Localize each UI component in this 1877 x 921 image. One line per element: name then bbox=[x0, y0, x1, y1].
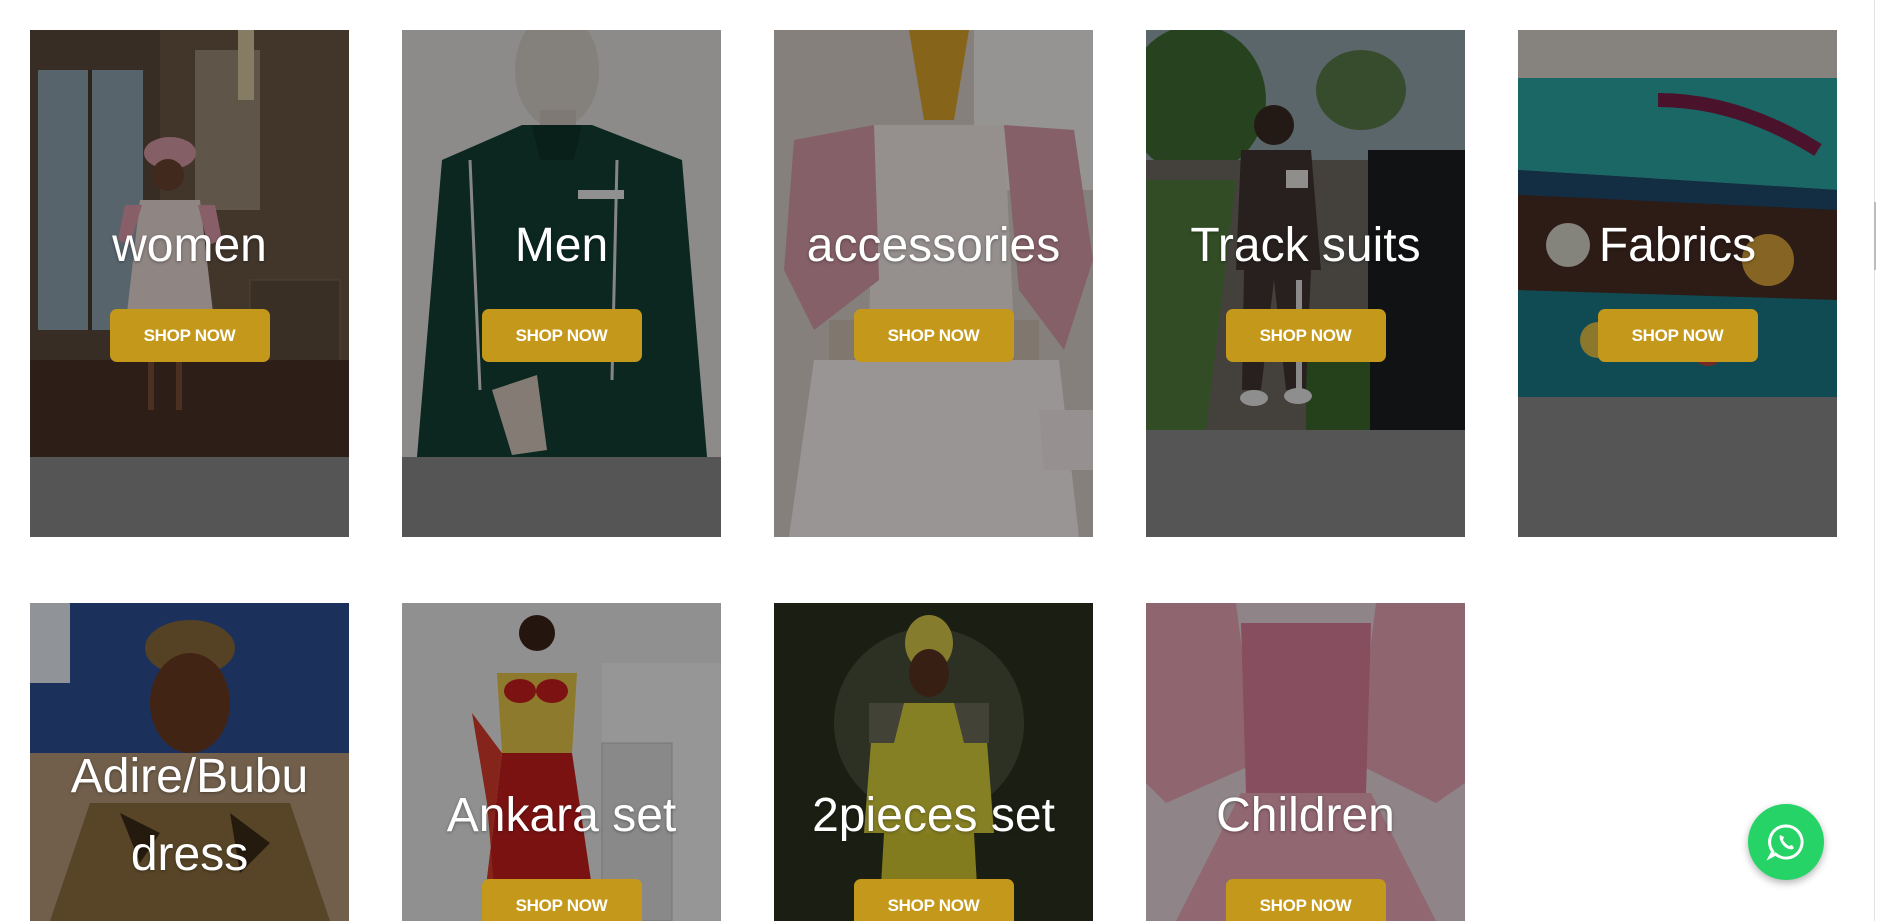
category-title: 2pieces set bbox=[812, 789, 1055, 842]
shop-now-button[interactable]: SHOP NOW bbox=[481, 309, 642, 362]
whatsapp-icon bbox=[1766, 824, 1804, 861]
shop-now-button[interactable]: SHOP NOW bbox=[109, 309, 270, 362]
category-title: Children bbox=[1216, 789, 1395, 842]
category-card-2pieces-set[interactable]: 2pieces set SHOP NOW bbox=[774, 603, 1093, 921]
page-edge-divider bbox=[1874, 0, 1875, 921]
category-title: accessories bbox=[806, 219, 1061, 272]
category-card-track-suits[interactable]: Track suits SHOP NOW bbox=[1146, 30, 1465, 537]
category-title: Men bbox=[514, 219, 609, 272]
category-title-line-1: Adire/Bubu bbox=[70, 750, 309, 803]
photo-overlay bbox=[774, 603, 1093, 921]
category-card-fabrics[interactable]: Fabrics SHOP NOW bbox=[1518, 30, 1837, 537]
category-card-ankara-set[interactable]: Ankara set SHOP NOW bbox=[402, 603, 721, 921]
shop-now-button[interactable]: SHOP NOW bbox=[853, 309, 1014, 362]
scrollbar-thumb[interactable] bbox=[1874, 202, 1876, 270]
whatsapp-chat-button[interactable] bbox=[1748, 804, 1824, 880]
shop-now-button[interactable]: SHOP NOW bbox=[1597, 309, 1758, 362]
shop-now-button[interactable]: SHOP NOW bbox=[481, 879, 642, 921]
category-title: Track suits bbox=[1190, 219, 1421, 272]
category-card-adire-bubu-dress[interactable]: Adire/Bubu dress bbox=[30, 603, 349, 921]
category-card-children[interactable]: Children SHOP NOW bbox=[1146, 603, 1465, 921]
shop-now-button[interactable]: SHOP NOW bbox=[853, 879, 1014, 921]
shop-now-button[interactable]: SHOP NOW bbox=[1225, 309, 1386, 362]
category-title: Ankara set bbox=[446, 789, 677, 842]
category-title-line-2: dress bbox=[130, 828, 249, 881]
category-card-accessories[interactable]: accessories SHOP NOW bbox=[774, 30, 1093, 537]
category-card-men[interactable]: Men SHOP NOW bbox=[402, 30, 721, 537]
photo-overlay bbox=[1146, 603, 1465, 921]
category-title: Fabrics bbox=[1598, 219, 1757, 272]
shop-now-button[interactable]: SHOP NOW bbox=[1225, 879, 1386, 921]
category-card-women[interactable]: women SHOP NOW bbox=[30, 30, 349, 537]
photo-overlay bbox=[402, 603, 721, 921]
category-title: women bbox=[112, 219, 267, 272]
